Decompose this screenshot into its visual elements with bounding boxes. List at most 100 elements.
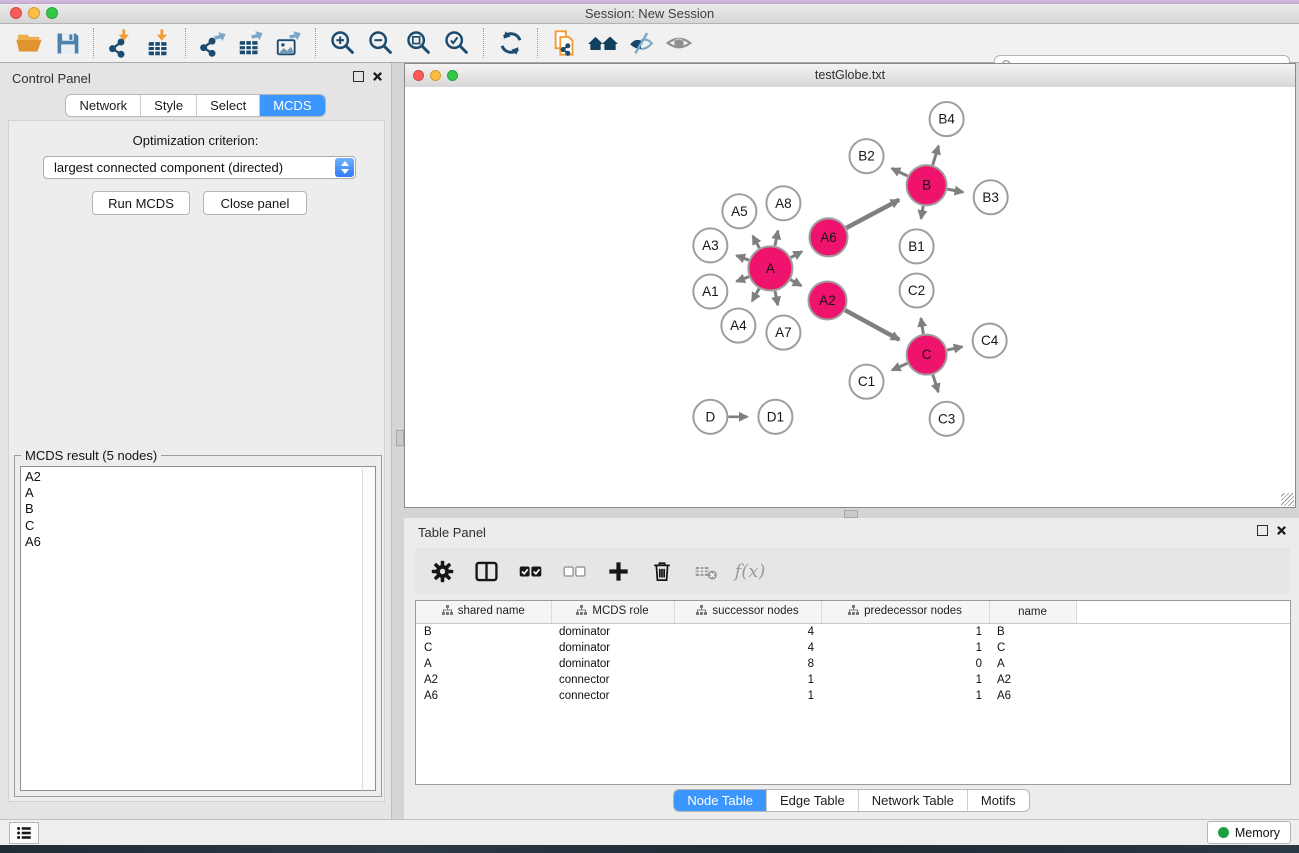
node-C4[interactable]: C4 [973,324,1007,358]
tab-network[interactable]: Network [66,95,140,116]
edge-A-A4[interactable] [752,289,759,302]
table-cell[interactable]: 1 [674,672,821,688]
horizontal-split-handle[interactable] [844,510,858,518]
open-session-button[interactable] [10,27,48,59]
tab-style[interactable]: Style [140,95,196,116]
table-cell[interactable]: C [416,640,551,656]
node-B2[interactable]: B2 [849,139,883,173]
zoom-out-button[interactable] [362,27,400,59]
resize-grip[interactable] [1281,493,1294,506]
node-A7[interactable]: A7 [766,316,800,350]
node-A6[interactable]: A6 [809,218,847,256]
table-cell[interactable]: 1 [674,688,821,704]
table-cell[interactable]: dominator [551,656,674,672]
export-image-button[interactable] [270,27,308,59]
export-table-button[interactable] [232,27,270,59]
node-C2[interactable]: C2 [900,273,934,307]
edge-A6-B[interactable] [846,200,899,228]
edge-A-A2[interactable] [790,280,801,286]
column-header-predecessor-nodes[interactable]: predecessor nodes [821,601,989,624]
close-table-panel-icon[interactable] [1276,525,1287,536]
network-canvas[interactable]: B4B2BB3A5A8A6A3AB1A1A2C2A4A7C4CC1C3DD1 [405,87,1295,507]
edge-C-C4[interactable] [947,347,962,350]
tab-edge-table[interactable]: Edge Table [766,790,858,811]
deselect-all-columns-button[interactable] [559,556,589,586]
node-C3[interactable]: C3 [930,402,964,436]
edge-A-A8[interactable] [775,231,778,246]
mcds-result-scrollbar[interactable] [362,466,376,791]
node-A8[interactable]: A8 [766,186,800,220]
export-network-button[interactable] [194,27,232,59]
show-preview-button[interactable] [660,27,698,59]
table-cell[interactable]: 4 [674,624,821,641]
edge-C-C2[interactable] [921,318,923,334]
node-D[interactable]: D [693,400,727,434]
network-from-selection-button[interactable] [546,27,584,59]
horizontal-divider[interactable] [404,508,1299,518]
memory-button[interactable]: Memory [1207,821,1291,844]
table-cell[interactable]: connector [551,688,674,704]
tab-mcds[interactable]: MCDS [259,95,324,116]
column-header-MCDS-role[interactable]: MCDS role [551,601,674,624]
home-view-button[interactable] [584,27,622,59]
table-cell[interactable]: connector [551,672,674,688]
node-A4[interactable]: A4 [721,309,755,343]
node-C1[interactable]: C1 [849,365,883,399]
save-session-button[interactable] [48,27,86,59]
edge-B-B2[interactable] [892,168,908,176]
edge-C-C1[interactable] [892,363,907,370]
table-cell[interactable]: B [989,624,1076,641]
table-cell[interactable]: A2 [416,672,551,688]
zoom-selected-button[interactable] [438,27,476,59]
table-split-panel-button[interactable] [471,556,501,586]
node-B4[interactable]: B4 [930,102,964,136]
mcds-result-item[interactable]: B [21,501,364,517]
table-row[interactable]: A2connector11A2 [416,672,1290,688]
vertical-split-handle[interactable] [396,430,404,446]
table-row[interactable]: A6connector11A6 [416,688,1290,704]
mcds-result-item[interactable]: A6 [21,534,364,550]
close-panel-icon[interactable] [372,71,383,82]
float-panel-icon[interactable] [353,71,364,82]
node-D1[interactable]: D1 [758,400,792,434]
function-builder-button[interactable]: f(x) [735,556,765,586]
zoom-fit-button[interactable] [400,27,438,59]
mcds-result-item[interactable]: A2 [21,469,364,485]
tab-motifs[interactable]: Motifs [967,790,1029,811]
node-C[interactable]: C [907,335,947,375]
node-A3[interactable]: A3 [693,228,727,262]
apply-layout-button[interactable] [492,27,530,59]
tab-select[interactable]: Select [196,95,259,116]
criterion-dropdown[interactable]: largest connected component (directed) [43,156,356,179]
import-network-button[interactable] [102,27,140,59]
table-settings-button[interactable] [427,556,457,586]
table-cell[interactable]: dominator [551,624,674,641]
node-B3[interactable]: B3 [974,180,1008,214]
node-A2[interactable]: A2 [808,281,846,319]
node-A5[interactable]: A5 [722,194,756,228]
table-row[interactable]: Bdominator41B [416,624,1290,641]
edge-B-B4[interactable] [933,146,939,165]
table-cell[interactable]: A [416,656,551,672]
node-B[interactable]: B [907,165,947,205]
table-cell[interactable]: B [416,624,551,641]
dropdown-stepper-icon[interactable] [335,158,354,177]
table-cell[interactable]: A6 [989,688,1076,704]
table-cell[interactable]: A [989,656,1076,672]
delete-table-button[interactable] [691,556,721,586]
edge-A2-C[interactable] [845,310,899,340]
table-cell[interactable]: C [989,640,1076,656]
table-cell[interactable]: 0 [821,656,989,672]
node-A1[interactable]: A1 [693,274,727,308]
edge-A-A5[interactable] [753,236,760,248]
edge-A-A6[interactable] [791,252,802,258]
mcds-result-item[interactable]: A [21,485,364,501]
edge-A-A7[interactable] [775,291,778,305]
edge-C-C3[interactable] [933,375,938,392]
edge-A-A1[interactable] [737,277,749,282]
edge-B-B1[interactable] [921,206,923,219]
column-header-name[interactable]: name [989,601,1076,624]
task-history-button[interactable] [9,822,39,844]
node-A[interactable]: A [748,246,792,290]
edge-A-A3[interactable] [737,255,749,260]
